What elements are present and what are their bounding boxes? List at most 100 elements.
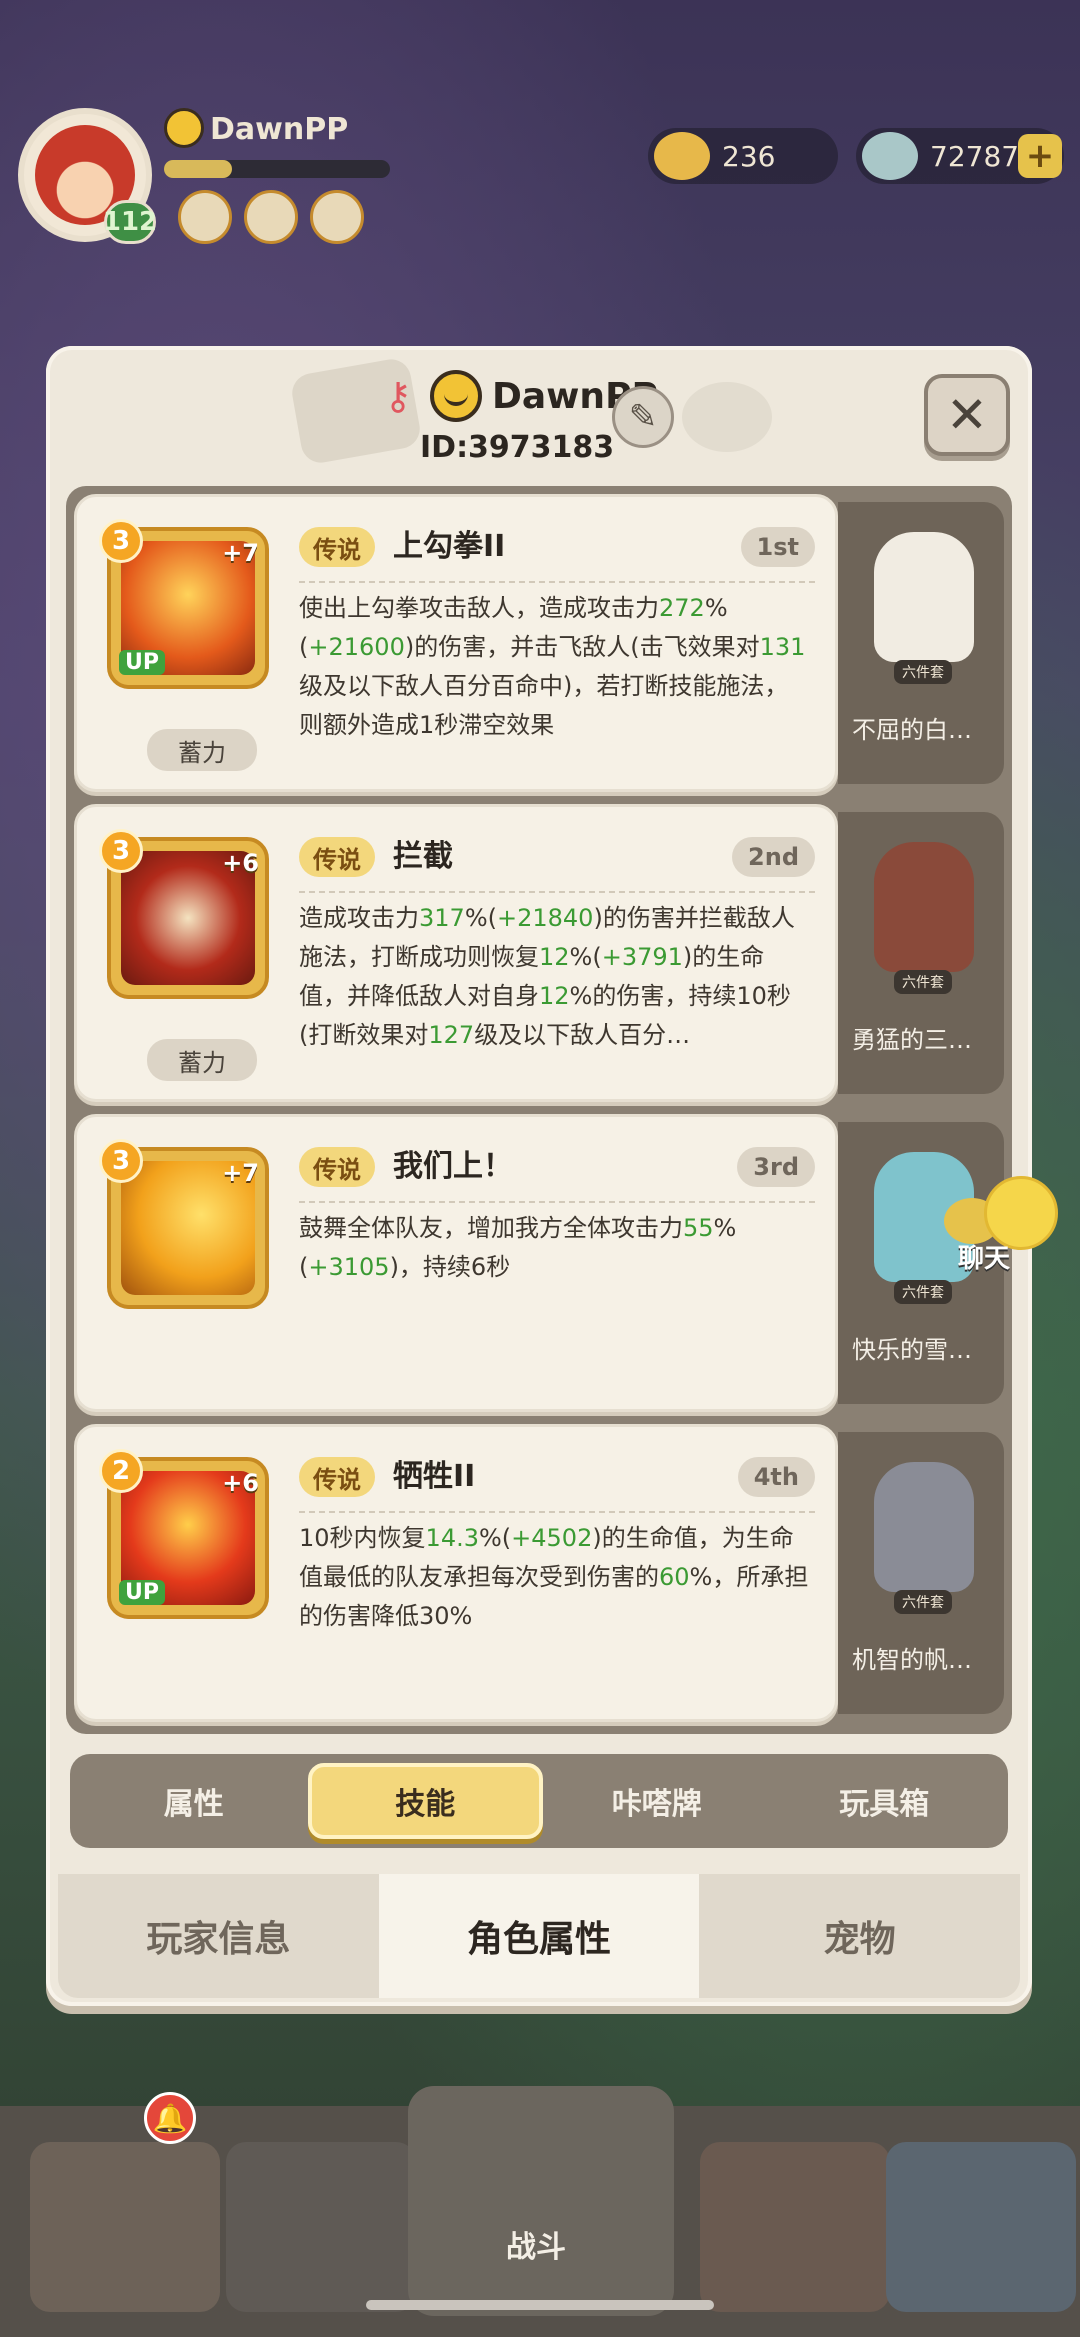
pet-set-tag: 六件套: [894, 1590, 952, 1614]
skill-row[interactable]: 3 +7 UP 蓄力 传说 上勾拳II 1st 使出上勾拳攻击敌人，造成攻击力2…: [74, 494, 1004, 792]
pet-card[interactable]: 六件套 勇猛的三…: [838, 812, 1004, 1094]
divider: [299, 891, 815, 893]
skill-rarity-badge: 传说: [299, 1147, 375, 1187]
xp-bar: [164, 160, 390, 178]
skill-rank-badge: 2nd: [732, 837, 815, 877]
pet-set-tag: 六件套: [894, 660, 952, 684]
skill-plus-badge: +6: [222, 849, 259, 877]
nav-character-1[interactable]: [30, 2142, 220, 2312]
gem-counter: 727876 +: [856, 128, 1064, 184]
skill-row[interactable]: 2 +6 UP 传说 牺牲II 4th 10秒内恢复14.3%(+4502)的生…: [74, 1424, 1004, 1722]
buff-icon[interactable]: [178, 190, 232, 244]
skill-rarity-badge: 传说: [299, 1457, 375, 1497]
pet-card[interactable]: 六件套 不屈的白…: [838, 502, 1004, 784]
pet-name: 不屈的白…: [852, 716, 972, 744]
sub-tab[interactable]: 技能: [307, 1763, 543, 1839]
pet-set-tag: 六件套: [894, 970, 952, 994]
divider: [299, 1511, 815, 1513]
pet-name: 机智的帆…: [852, 1646, 972, 1674]
skill-plus-badge: +7: [222, 1159, 259, 1187]
pet-figure: [874, 842, 974, 972]
pet-figure: [874, 532, 974, 662]
skill-card[interactable]: 3 +7 传说 我们上！ 3rd 鼓舞全体队友，增加我方全体攻击力55%(+31…: [74, 1114, 838, 1412]
nav-character-3[interactable]: [700, 2142, 890, 2312]
skill-rank-badge: 1st: [740, 527, 815, 567]
sub-tab[interactable]: 属性: [80, 1763, 308, 1839]
divider: [299, 1201, 815, 1203]
main-tab[interactable]: 角色属性: [378, 1874, 700, 1998]
chat-label: 聊天: [958, 1244, 1011, 1274]
pet-card[interactable]: 六件套 机智的帆…: [838, 1432, 1004, 1714]
edit-name-button[interactable]: ✎: [612, 386, 674, 448]
skill-icon-frame: 3 +6: [99, 829, 269, 999]
nav-battle-button[interactable]: [408, 2086, 674, 2316]
sub-tab[interactable]: 咔嗒牌: [543, 1763, 771, 1839]
main-tab-bar: 玩家信息 角色属性 宠物: [58, 1874, 1020, 1998]
close-button[interactable]: ✕: [924, 374, 1010, 456]
skill-rarity-badge: 传说: [299, 837, 375, 877]
pet-name: 勇猛的三…: [852, 1026, 972, 1054]
chat-button[interactable]: 聊天: [944, 1176, 1064, 1276]
skills-list[interactable]: 3 +7 UP 蓄力 传说 上勾拳II 1st 使出上勾拳攻击敌人，造成攻击力2…: [66, 486, 1012, 1734]
smiley-icon: [430, 370, 482, 422]
skill-description: 造成攻击力317%(+21840)的伤害并拦截敌人施法，打断成功则恢复12%(+…: [299, 904, 795, 1049]
skill-rank-badge: 3rd: [737, 1147, 815, 1187]
buff-icon[interactable]: [244, 190, 298, 244]
skill-description: 鼓舞全体队友，增加我方全体攻击力55%(+3105)，持续6秒: [299, 1214, 737, 1281]
header-decoration: [682, 382, 772, 452]
sub-tab[interactable]: 玩具箱: [771, 1763, 999, 1839]
skill-rank-badge: 4th: [737, 1457, 815, 1497]
player-info-panel: ⚷ DawnPP ✎ ID:3973183 ✕ 3 +7 UP 蓄力 传说 上勾…: [46, 346, 1032, 2006]
player-id: ID:3973183: [420, 430, 615, 465]
skill-name: 牺牲II: [393, 1459, 476, 1494]
skill-description: 10秒内恢复14.3%(+4502)的生命值，为生命值最低的队友承担每次受到伤害…: [299, 1524, 809, 1630]
skill-card[interactable]: 3 +6 蓄力 传说 拦截 2nd 造成攻击力317%(+21840)的伤害并拦…: [74, 804, 838, 1102]
skill-icon-frame: 3 +7 UP: [99, 519, 269, 689]
main-tab[interactable]: 玩家信息: [58, 1874, 379, 1998]
pet-figure: [874, 1462, 974, 1592]
skill-card[interactable]: 2 +6 UP 传说 牺牲II 4th 10秒内恢复14.3%(+4502)的生…: [74, 1424, 838, 1722]
skill-name: 我们上！: [393, 1149, 513, 1184]
pet-name: 快乐的雪…: [852, 1336, 972, 1364]
add-gems-button[interactable]: +: [1018, 134, 1062, 178]
home-indicator: [366, 2300, 714, 2310]
key-icon: ⚷: [384, 374, 412, 418]
coin-icon: [654, 132, 710, 180]
xp-bar-fill: [164, 160, 232, 178]
skill-charge-tag: 蓄力: [147, 1039, 257, 1081]
sub-tab-bar: 属性 技能 咔嗒牌 玩具箱: [70, 1754, 1008, 1848]
skill-rarity-badge: 传说: [299, 527, 375, 567]
skill-level-badge: 3: [99, 829, 143, 873]
main-tab[interactable]: 宠物: [699, 1874, 1020, 1998]
skill-level-badge: 2: [99, 1449, 143, 1493]
skill-card[interactable]: 3 +7 UP 蓄力 传说 上勾拳II 1st 使出上勾拳攻击敌人，造成攻击力2…: [74, 494, 838, 792]
pet-set-tag: 六件套: [894, 1280, 952, 1304]
skill-level-badge: 3: [99, 1139, 143, 1183]
skill-plus-badge: +7: [222, 539, 259, 567]
skill-description: 使出上勾拳攻击敌人，造成攻击力272%(+21600)的伤害，并击飞敌人(击飞效…: [299, 594, 806, 739]
skill-level-badge: 3: [99, 519, 143, 563]
player-level-badge: 112: [103, 200, 157, 244]
skill-icon-frame: 2 +6 UP: [99, 1449, 269, 1619]
coin-value: 236: [722, 139, 776, 173]
skill-upgrade-badge: UP: [119, 650, 165, 675]
skill-row[interactable]: 3 +7 传说 我们上！ 3rd 鼓舞全体队友，增加我方全体攻击力55%(+31…: [74, 1114, 1004, 1412]
top-hud: 112 DawnPP 236 727876 +: [0, 0, 1080, 250]
skill-charge-tag: 蓄力: [147, 729, 257, 771]
hud-player-name: DawnPP: [210, 112, 349, 147]
nav-battle-label: 战斗: [506, 2230, 566, 2265]
nav-shop[interactable]: [886, 2142, 1076, 2312]
skill-row[interactable]: 3 +6 蓄力 传说 拦截 2nd 造成攻击力317%(+21840)的伤害并拦…: [74, 804, 1004, 1102]
skill-upgrade-badge: UP: [119, 1580, 165, 1605]
buff-icon[interactable]: [310, 190, 364, 244]
panel-header: ⚷ DawnPP ✎ ID:3973183 ✕: [46, 346, 1032, 476]
gem-icon: [862, 132, 918, 180]
pencil-icon: ✎: [628, 397, 658, 437]
nav-character-2[interactable]: [226, 2142, 416, 2312]
skill-name: 拦截: [393, 839, 453, 874]
divider: [299, 581, 815, 583]
skill-name: 上勾拳II: [393, 529, 506, 564]
bell-icon[interactable]: 🔔: [144, 2092, 196, 2144]
smiley-icon: [164, 108, 204, 148]
coin-counter: 236: [648, 128, 838, 184]
